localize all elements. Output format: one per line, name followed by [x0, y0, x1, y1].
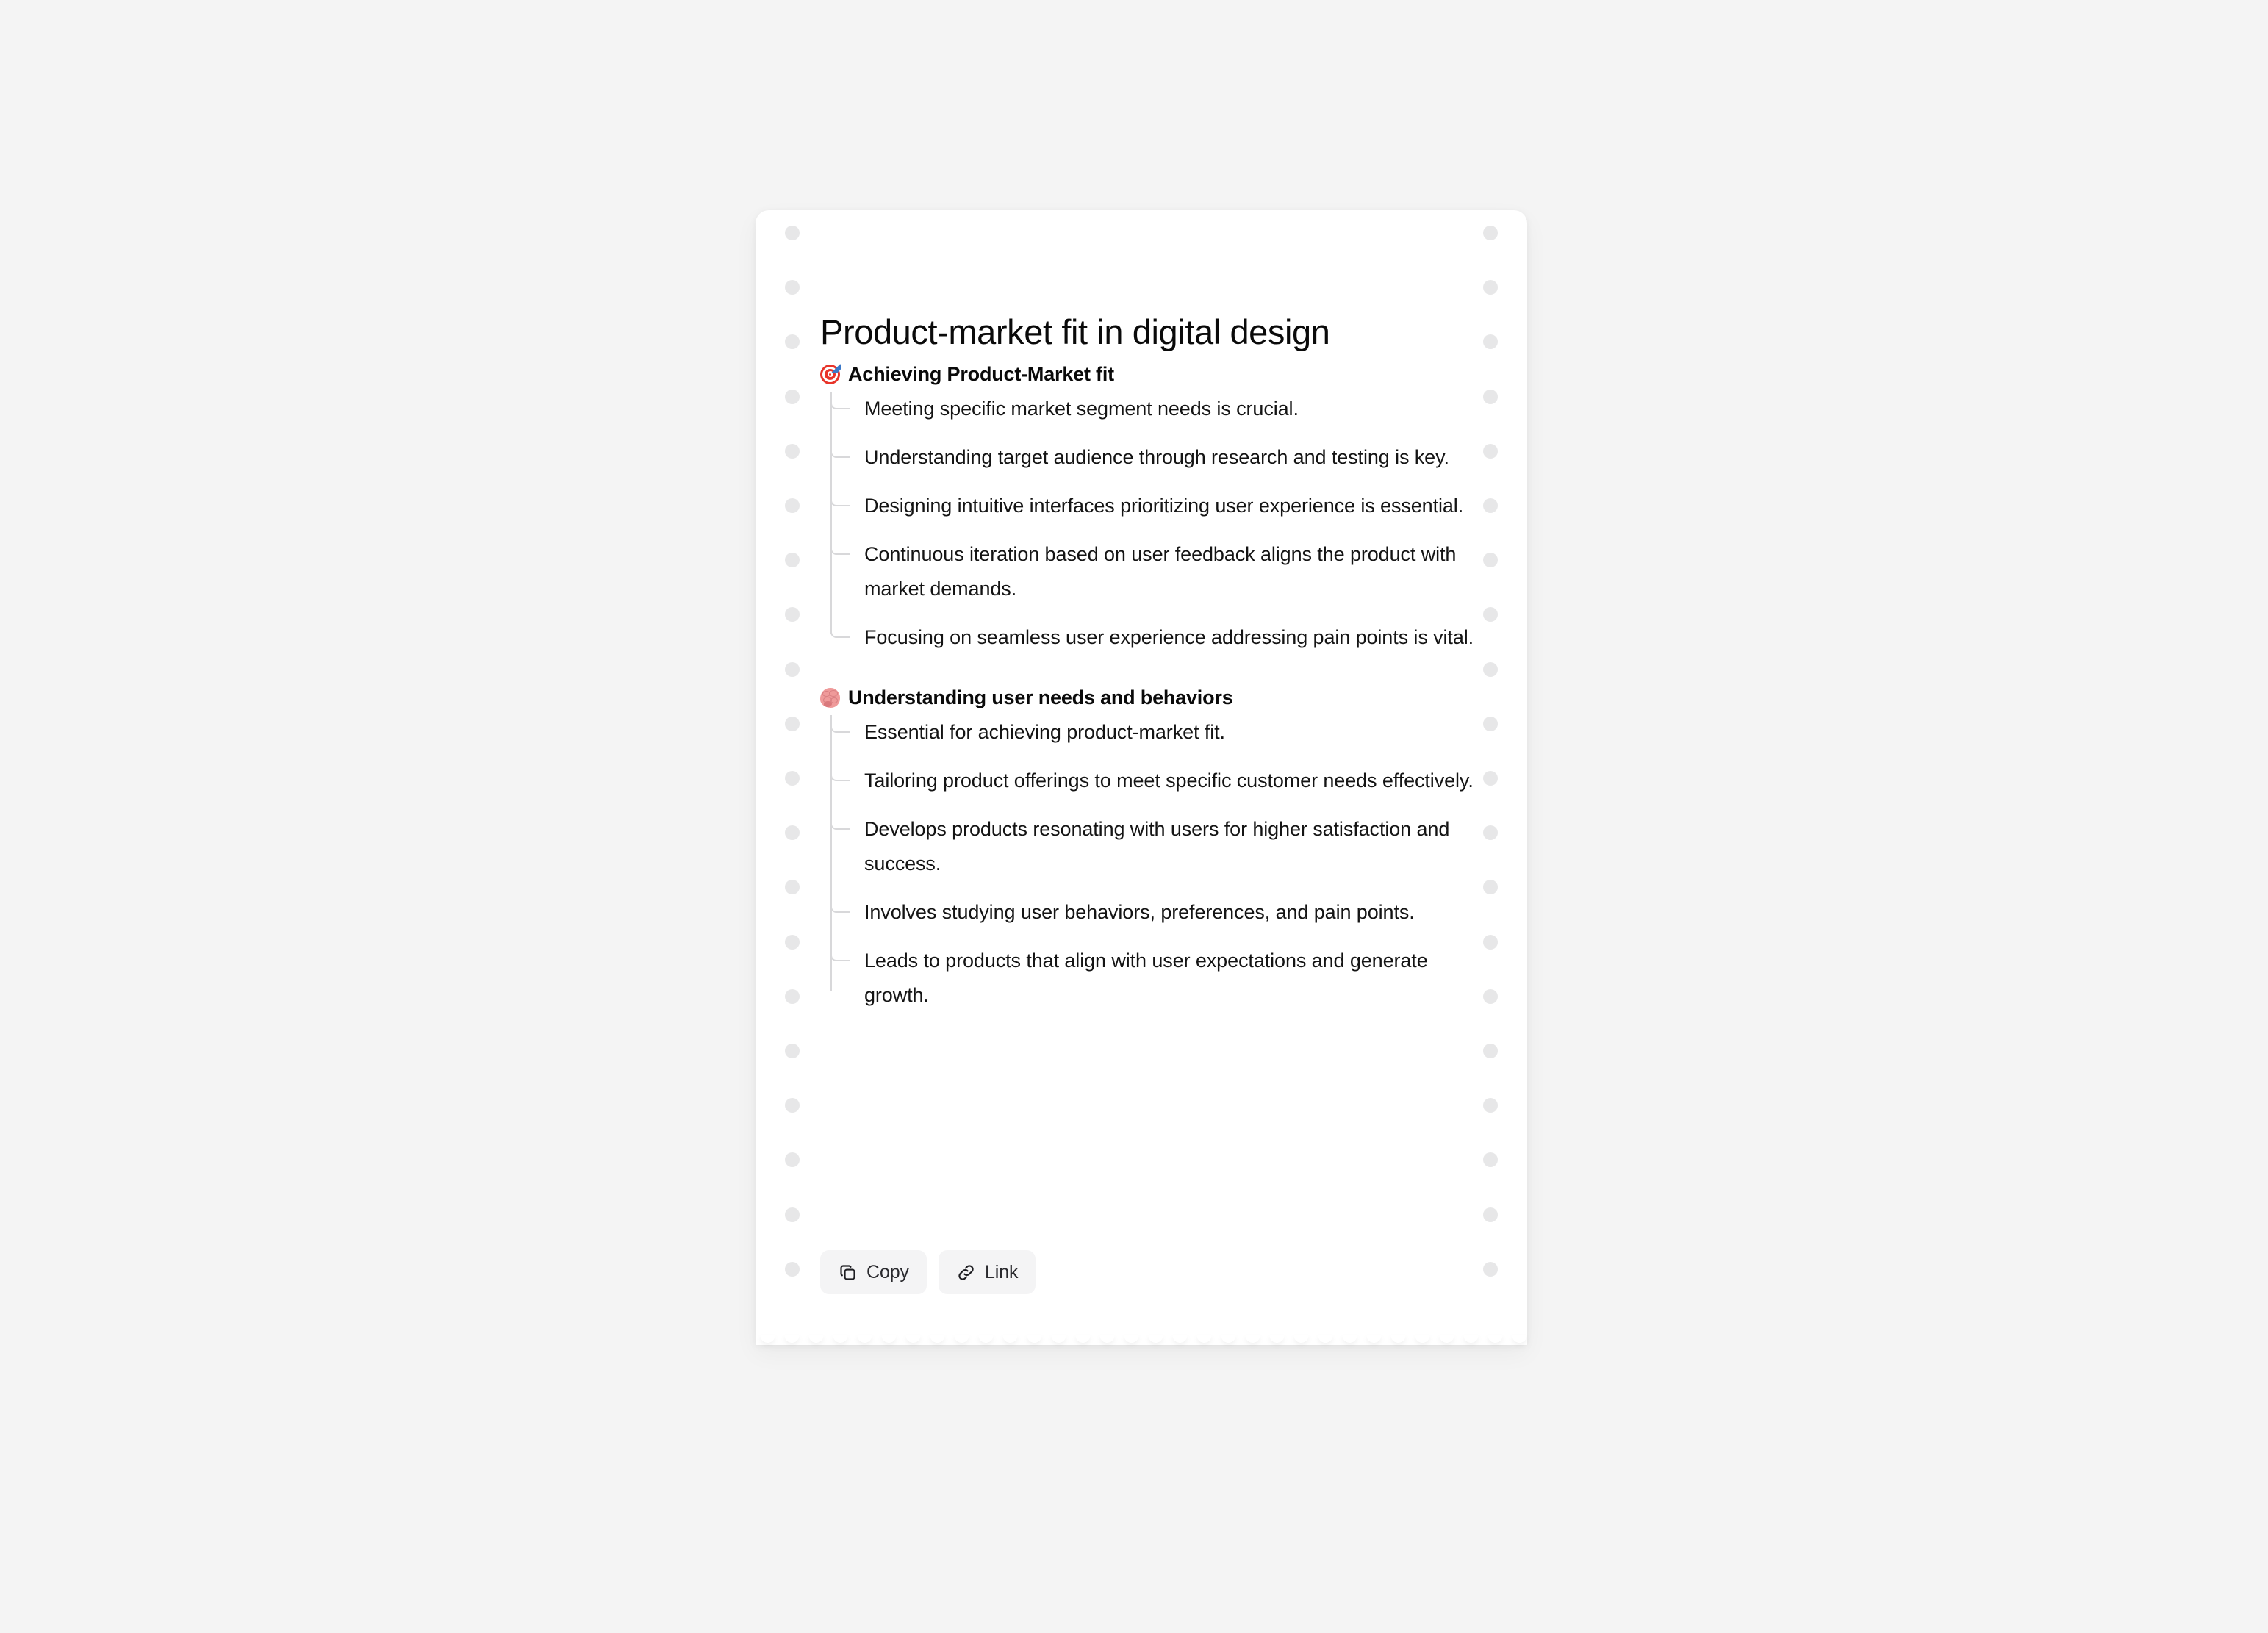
list-item: Involves studying user behaviors, prefer…	[830, 895, 1474, 944]
list-item-text: Involves studying user behaviors, prefer…	[864, 901, 1415, 923]
section: Understanding user needs and behaviors Es…	[820, 684, 1474, 1013]
card-footer: Copy Link	[820, 1250, 1036, 1294]
list-item-text: Leads to products that align with user e…	[864, 950, 1428, 1006]
copy-button-label: Copy	[866, 1261, 909, 1282]
perforation-dot	[785, 389, 800, 404]
perforation-dot	[1483, 1044, 1498, 1058]
perforation-dot	[1483, 1152, 1498, 1168]
list-item: Tailoring product offerings to meet spec…	[830, 764, 1474, 812]
perforation-dot	[785, 661, 800, 677]
perforation-dots-left	[785, 210, 800, 1345]
perforation-dot	[1483, 1098, 1498, 1113]
tree-elbow-connector	[830, 821, 850, 830]
perforation-dot	[1483, 553, 1498, 568]
list-item-text: Tailoring product offerings to meet spec…	[864, 769, 1474, 792]
perforation-dot	[1483, 389, 1498, 404]
perforation-dot	[785, 1098, 800, 1113]
list-item: Continuous iteration based on user feedb…	[830, 537, 1474, 620]
perforation-dot	[1483, 443, 1498, 459]
note-card: Product-market fit in digital design Ach…	[756, 210, 1527, 1354]
perforation-dot	[1483, 1261, 1498, 1277]
perforation-dot	[785, 607, 800, 622]
tree-elbow-connector	[830, 546, 850, 555]
perforation-dot	[785, 825, 800, 841]
section-items-tree: Essential for achieving product-market f…	[820, 715, 1474, 1013]
perforation-dot	[1483, 825, 1498, 841]
link-button[interactable]: Link	[938, 1250, 1036, 1294]
perforation-dot	[1483, 988, 1498, 1004]
perforation-dot	[1483, 226, 1498, 240]
link-icon	[956, 1263, 976, 1282]
list-item-text: Focusing on seamless user experience add…	[864, 626, 1474, 648]
perforation-dots-right	[1483, 210, 1498, 1345]
tree-elbow-connector	[830, 401, 850, 409]
tree-trunk-line	[830, 715, 832, 991]
list-item: Develops products resonating with users …	[830, 812, 1474, 895]
perforation-dot	[785, 771, 800, 786]
perforation-dot	[1483, 880, 1498, 895]
perforation-dot	[1483, 716, 1498, 731]
section: Achieving Product-Market fit Meeting spec…	[820, 361, 1474, 655]
tree-elbow-connector	[830, 724, 850, 733]
list-item: Leads to products that align with user e…	[830, 944, 1474, 1013]
perforation-dot	[785, 226, 800, 240]
perforation-dot	[785, 988, 800, 1004]
brain-emoji	[820, 687, 840, 708]
list-item-text: Essential for achieving product-market f…	[864, 721, 1225, 743]
copy-icon	[838, 1263, 858, 1282]
perforation-dot	[785, 443, 800, 459]
tree-elbow-connector	[830, 952, 850, 961]
section-heading: Achieving Product-Market fit	[820, 361, 1474, 387]
perforation-dot	[785, 880, 800, 895]
list-item: Essential for achieving product-market f…	[830, 715, 1474, 764]
list-item-text: Develops products resonating with users …	[864, 818, 1450, 875]
perforation-dot	[1483, 1207, 1498, 1222]
perforation-dot	[785, 934, 800, 950]
list-item-text: Meeting specific market segment needs is…	[864, 398, 1299, 420]
list-item: Understanding target audience through re…	[830, 440, 1474, 489]
perforation-dot	[785, 334, 800, 350]
list-item-text: Designing intuitive interfaces prioritiz…	[864, 495, 1464, 517]
perforation-dot	[785, 1044, 800, 1058]
card-content: Product-market fit in digital design Ach…	[820, 210, 1474, 1345]
sections-list: Achieving Product-Market fit Meeting spec…	[820, 361, 1474, 1013]
perforation-dot	[785, 498, 800, 513]
perforation-dot	[1483, 334, 1498, 350]
list-item-text: Continuous iteration based on user feedb…	[864, 543, 1457, 600]
perforation-dot	[785, 716, 800, 731]
torn-paper-edge	[756, 1335, 1527, 1354]
list-item: Designing intuitive interfaces prioritiz…	[830, 489, 1474, 537]
tree-elbow-connector	[830, 449, 850, 458]
perforation-dot	[1483, 771, 1498, 786]
perforation-dot	[785, 1261, 800, 1277]
link-button-label: Link	[984, 1261, 1019, 1282]
perforation-dot	[785, 553, 800, 568]
copy-button[interactable]: Copy	[820, 1250, 927, 1294]
section-heading-label: Understanding user needs and behaviors	[848, 686, 1233, 708]
list-item: Meeting specific market segment needs is…	[830, 392, 1474, 440]
list-item: Focusing on seamless user experience add…	[830, 620, 1474, 655]
page-title: Product-market fit in digital design	[820, 312, 1330, 351]
tree-elbow-connector	[830, 772, 850, 781]
section-heading: Understanding user needs and behaviors	[820, 684, 1474, 711]
dartboard-emoji	[820, 363, 841, 384]
tree-trunk-line	[830, 392, 832, 634]
perforation-dot	[1483, 661, 1498, 677]
list-item-text: Understanding target audience through re…	[864, 446, 1449, 468]
tree-elbow-connector	[830, 498, 850, 506]
perforation-dot	[1483, 607, 1498, 622]
tree-elbow-connector	[830, 629, 850, 638]
perforation-dot	[1483, 934, 1498, 950]
perforation-dot	[785, 280, 800, 295]
tree-elbow-connector	[830, 904, 850, 913]
perforation-dot	[1483, 280, 1498, 295]
page-background: Product-market fit in digital design Ach…	[0, 0, 2268, 1633]
perforation-dot	[785, 1152, 800, 1168]
perforation-dot	[785, 1207, 800, 1222]
perforation-dot	[1483, 498, 1498, 513]
section-items-tree: Meeting specific market segment needs is…	[820, 392, 1474, 655]
section-heading-label: Achieving Product-Market fit	[848, 362, 1114, 385]
